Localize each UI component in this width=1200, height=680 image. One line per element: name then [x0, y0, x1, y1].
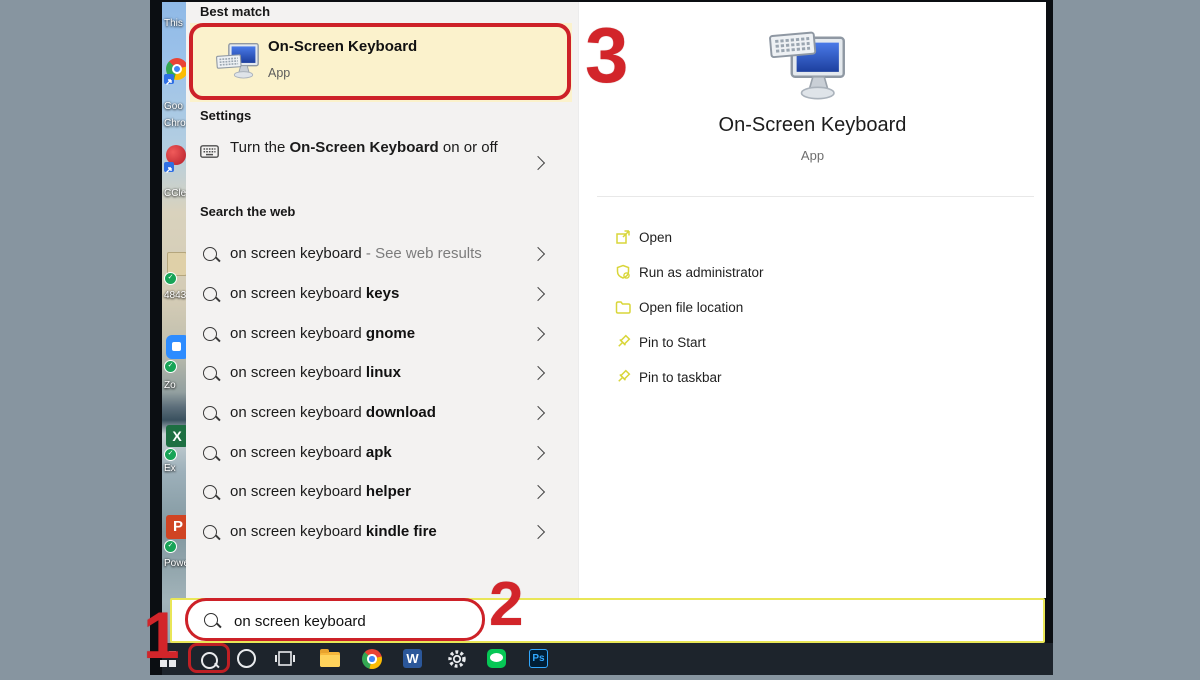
line-app-button[interactable] [487, 643, 506, 675]
web-suggestion-label: on screen keyboard helper [230, 472, 411, 512]
chevron-right-icon [531, 485, 545, 499]
desktop-label-zoom: Zo [164, 380, 176, 391]
chrome-button[interactable] [362, 643, 382, 675]
desktop-label-powerpoint: Powe [164, 558, 188, 569]
cortana-button[interactable] [237, 643, 256, 675]
search-icon [203, 287, 217, 301]
taskbar: W Ps [162, 643, 1053, 675]
sync-check-icon: ✓ [164, 360, 177, 373]
chevron-right-icon [531, 327, 545, 341]
action-pin-to-start[interactable]: Pin to Start [579, 325, 1046, 360]
result-detail-panel: On-Screen Keyboard App Open Run as admin… [578, 2, 1046, 598]
search-icon [203, 525, 217, 539]
annotation-circle-best-match [189, 23, 571, 100]
excel-desktop-icon[interactable]: X [166, 425, 188, 447]
run-as-admin-icon [615, 264, 631, 280]
search-the-web-header: Search the web [200, 204, 295, 219]
settings-result-label: Turn the On-Screen Keyboard on or off [230, 137, 498, 159]
photoshop-button[interactable]: Ps [529, 643, 548, 675]
settings-header: Settings [200, 108, 251, 123]
folder-icon [615, 299, 631, 315]
desktop-label-ccleaner: CCle [164, 188, 186, 199]
annotation-step-2: 2 [489, 574, 523, 636]
search-icon [203, 366, 217, 380]
chevron-right-icon [531, 156, 545, 170]
shortcut-arrow-icon [164, 74, 174, 84]
web-suggestion-label: on screen keyboard - See web results [230, 234, 482, 274]
action-open[interactable]: Open [579, 220, 1046, 255]
web-suggestion-row[interactable]: on screen keyboard keys [186, 274, 578, 314]
pin-icon [615, 334, 631, 350]
web-suggestion-label: on screen keyboard linux [230, 353, 401, 393]
settings-gear-button[interactable] [446, 643, 468, 675]
annotation-step-1: 1 [143, 602, 180, 668]
powerpoint-desktop-icon[interactable]: P [166, 515, 188, 539]
desktop-label-this-pc: This [164, 18, 183, 29]
web-suggestion-label: on screen keyboard kindle fire [230, 512, 437, 552]
action-open-file-location[interactable]: Open file location [579, 290, 1046, 325]
web-suggestion-label: on screen keyboard gnome [230, 314, 415, 354]
sync-check-icon: ✓ [164, 272, 177, 285]
chevron-right-icon [531, 446, 545, 460]
keyboard-icon [200, 145, 219, 158]
best-match-header: Best match [200, 4, 270, 19]
chevron-right-icon [531, 406, 545, 420]
desktop-label-google: Goo [164, 101, 183, 112]
detail-type: App [579, 148, 1046, 163]
action-pin-to-taskbar[interactable]: Pin to taskbar [579, 360, 1046, 395]
search-icon [203, 485, 217, 499]
chevron-right-icon [531, 247, 545, 261]
pin-icon [615, 369, 631, 385]
on-screen-keyboard-icon-large [769, 30, 847, 104]
desktop-wallpaper: This Goo Chro CCle ✓ 4843 ✓ Zo X ✓ Ex P … [162, 2, 188, 643]
annotation-step-3: 3 [585, 16, 628, 94]
web-suggestion-label: on screen keyboard download [230, 393, 436, 433]
shortcut-arrow-icon [164, 162, 174, 172]
desktop-label-numbers: 4843 [164, 290, 186, 301]
web-suggestion-row[interactable]: on screen keyboard download [186, 393, 578, 433]
chevron-right-icon [531, 287, 545, 301]
desktop-label-chrome: Chro [164, 118, 186, 129]
web-suggestion-label: on screen keyboard apk [230, 433, 392, 473]
search-icon [203, 247, 217, 261]
chevron-right-icon [531, 525, 545, 539]
screenshot-frame: This Goo Chro CCle ✓ 4843 ✓ Zo X ✓ Ex P … [150, 0, 1053, 675]
action-run-as-administrator[interactable]: Run as administrator [579, 255, 1046, 290]
divider [597, 196, 1034, 197]
annotation-circle-search-box [185, 598, 485, 641]
sync-check-icon: ✓ [164, 540, 177, 553]
task-view-button[interactable] [274, 643, 296, 675]
web-suggestion-row[interactable]: on screen keyboard kindle fire [186, 512, 578, 552]
desktop-label-excel: Ex [164, 463, 176, 474]
sync-check-icon: ✓ [164, 448, 177, 461]
web-suggestion-row[interactable]: on screen keyboard linux [186, 353, 578, 393]
web-suggestion-row[interactable]: on screen keyboard helper [186, 472, 578, 512]
search-icon [203, 327, 217, 341]
word-button[interactable]: W [403, 643, 422, 675]
annotation-circle-taskbar-search [188, 643, 230, 673]
web-suggestion-row[interactable]: on screen keyboard apk [186, 433, 578, 473]
zoom-desktop-icon[interactable] [166, 335, 188, 359]
web-suggestion-row[interactable]: on screen keyboard gnome [186, 314, 578, 354]
settings-result-turn-osk-on-off[interactable]: Turn the On-Screen Keyboard on or off [186, 132, 578, 198]
open-icon [615, 229, 631, 245]
web-suggestion-label: on screen keyboard keys [230, 274, 399, 314]
search-icon [203, 446, 217, 460]
web-suggestion-row[interactable]: on screen keyboard - See web results [186, 234, 578, 274]
chevron-right-icon [531, 366, 545, 380]
search-icon [203, 406, 217, 420]
detail-title: On-Screen Keyboard [579, 114, 1046, 137]
file-explorer-button[interactable] [320, 643, 340, 675]
